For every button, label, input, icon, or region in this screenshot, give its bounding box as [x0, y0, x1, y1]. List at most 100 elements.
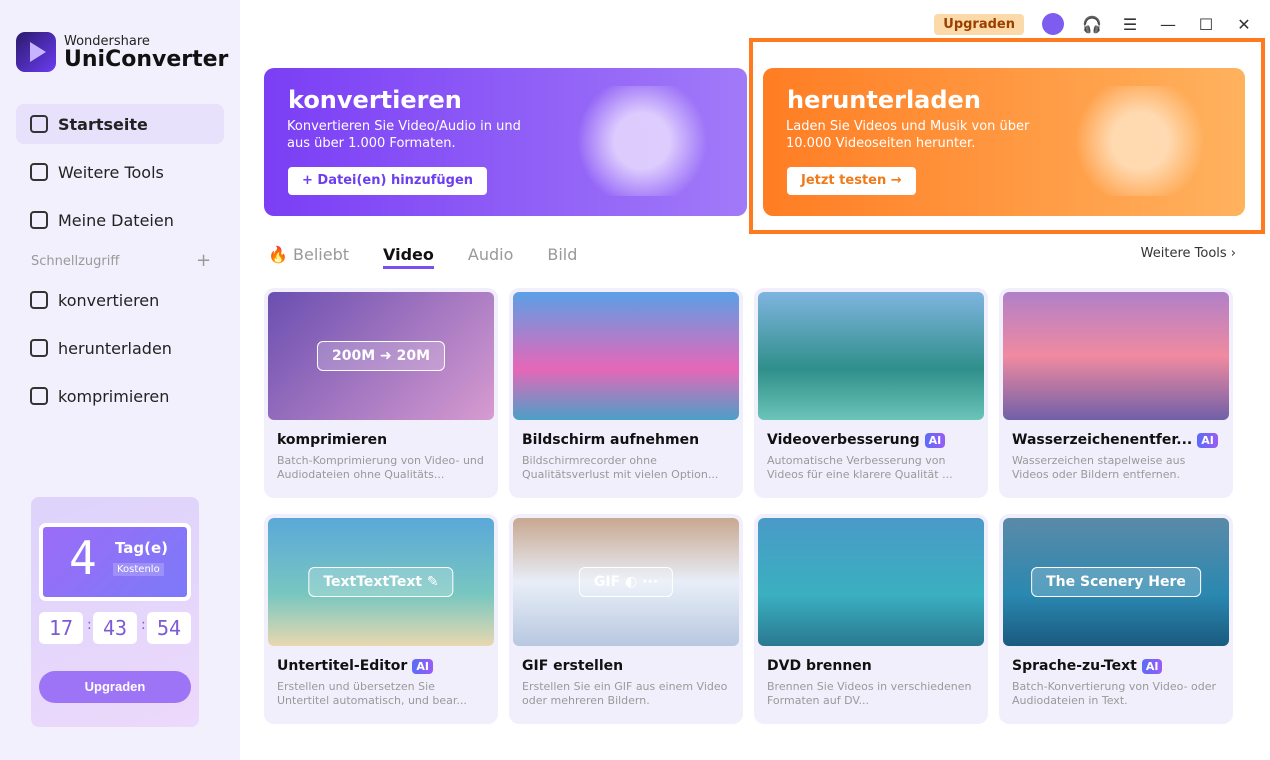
colon: : [141, 617, 146, 633]
tool-description: Batch-Komprimierung von Video- und Audio… [277, 454, 484, 481]
tool-description: Brennen Sie Videos in verschiedenen Form… [767, 680, 972, 707]
sidebar-item-meine-dateien[interactable]: Meine Dateien [16, 200, 224, 240]
colon: : [87, 617, 92, 633]
minimize-icon[interactable]: — [1158, 15, 1178, 34]
download-banner[interactable]: herunterladen Laden Sie Videos und Musik… [763, 68, 1245, 216]
tool-title-text: Bildschirm aufnehmen [522, 432, 700, 448]
title-bar: Upgraden 🎧 ☰ — ☐ ✕ [934, 12, 1254, 36]
label: komprimieren [58, 386, 170, 406]
days-unit: Tag(e) [115, 539, 169, 557]
file-icon [30, 211, 48, 229]
tool-title-text: Untertitel-Editor [277, 658, 408, 674]
tool-description: Erstellen Sie ein GIF aus einem Video od… [522, 680, 728, 707]
ai-badge: AI [1197, 432, 1218, 448]
banner-title: konvertieren [288, 86, 462, 114]
label: Startseite [58, 114, 148, 134]
promo-upgrade-button[interactable]: Upgraden [39, 671, 191, 703]
tool-card[interactable]: The Scenery Here Sprache-zu-Text AI Batch… [999, 514, 1233, 724]
trial-promo: 4 Tag(e) Kostenlo 17 : 43 : 54 Upgraden [31, 497, 199, 727]
uniconverter-logo-icon [16, 32, 56, 72]
tool-card[interactable]: Videoverbesserung AI Automatische Verbess… [754, 288, 988, 498]
close-icon[interactable]: ✕ [1234, 15, 1254, 34]
label: konvertieren [58, 290, 160, 310]
toolbox-icon [30, 163, 48, 181]
download-illustration-icon [1065, 86, 1215, 196]
download-icon [30, 339, 48, 357]
convert-banner[interactable]: konvertieren Konvertieren Sie Video/Audi… [264, 68, 747, 216]
tool-thumbnail: TextTextText ✎ [268, 518, 494, 646]
tool-title-text: Sprache-zu-Text [1012, 658, 1137, 674]
quick-item-komprimieren[interactable]: komprimieren [16, 376, 224, 416]
convert-illustration-icon [567, 86, 717, 196]
tool-card[interactable]: DVD brennen Brennen Sie Videos in versch… [754, 514, 988, 724]
banner-desc: Laden Sie Videos und Musik von über 10.0… [786, 119, 1030, 151]
tool-title-text: DVD brennen [767, 658, 872, 674]
quick-access-title: Schnellzugriff [31, 254, 120, 269]
tool-thumbnail [758, 518, 984, 646]
ai-badge: AI [924, 432, 946, 448]
thumbnail-overlay: The Scenery Here [1031, 567, 1201, 597]
tool-title: GIF erstellen [522, 658, 623, 674]
tool-title: Sprache-zu-Text AI [1012, 658, 1163, 674]
tool-description: Batch-Konvertierung von Video- oder Audi… [1012, 680, 1217, 707]
brand-name: UniConverter [64, 46, 229, 72]
upgrade-button[interactable]: Upgraden [934, 13, 1024, 35]
tool-thumbnail [513, 292, 739, 420]
tool-card[interactable]: TextTextText ✎ Untertitel-Editor AI Erste… [264, 514, 498, 724]
tool-title: Videoverbesserung AI [767, 432, 946, 448]
tool-card[interactable]: GIF ◐ ··· GIF erstellen Erstellen Sie ei… [509, 514, 743, 724]
quick-item-konvertieren[interactable]: konvertieren [16, 280, 224, 320]
tool-thumbnail [758, 292, 984, 420]
tool-card[interactable]: Wasserzeichenentfer... AI Wasserzeichen s… [999, 288, 1233, 498]
tool-title: DVD brennen [767, 658, 872, 674]
label: herunterladen [58, 338, 172, 358]
tool-thumbnail: 200M ➜ 20M [268, 292, 494, 420]
label: Weitere Tools [58, 162, 164, 182]
thumbnail-overlay: TextTextText ✎ [308, 567, 454, 597]
tool-thumbnail: The Scenery Here [1003, 518, 1229, 646]
tab-audio[interactable]: Audio [468, 245, 513, 269]
app-logo: Wondershare UniConverter [16, 32, 228, 72]
tool-card[interactable]: Bildschirm aufnehmen Bildschirmrecorder … [509, 288, 743, 498]
timer-minutes: 43 [93, 612, 137, 644]
banner-desc: Konvertieren Sie Video/Audio in und aus … [287, 119, 521, 151]
tool-title-text: Videoverbesserung [767, 432, 920, 448]
try-now-button[interactable]: Jetzt testen → [787, 167, 916, 195]
sidebar-item-startseite[interactable]: Startseite [16, 104, 224, 144]
tool-description: Bildschirmrecorder ohne Qualitätsverlust… [522, 454, 719, 481]
category-tabs: 🔥 Beliebt Video Audio Bild [268, 245, 577, 269]
tab-bild[interactable]: Bild [547, 245, 577, 269]
tool-title-text: Wasserzeichenentfer... [1012, 432, 1193, 448]
tab-video[interactable]: Video [383, 245, 434, 269]
trial-days-box: 4 Tag(e) Kostenlo [39, 523, 191, 601]
tool-title: Wasserzeichenentfer... AI [1012, 432, 1218, 448]
sidebar-item-weitere-tools[interactable]: Weitere Tools [16, 152, 224, 192]
headset-icon[interactable]: 🎧 [1082, 15, 1102, 34]
label: Meine Dateien [58, 210, 174, 230]
tool-title: Untertitel-Editor AI [277, 658, 433, 674]
days-remaining: 4 [69, 531, 97, 585]
banner-title: herunterladen [787, 86, 981, 114]
timer-seconds: 54 [147, 612, 191, 644]
free-label: Kostenlo [113, 563, 164, 576]
tool-description: Automatische Verbesserung von Videos für… [767, 454, 953, 481]
tool-thumbnail [1003, 292, 1229, 420]
avatar[interactable] [1042, 13, 1064, 35]
more-tools-link[interactable]: Weitere Tools › [1141, 246, 1236, 261]
add-quick-access-button[interactable]: + [196, 250, 211, 271]
convert-icon [30, 291, 48, 309]
tab-beliebt[interactable]: 🔥 Beliebt [268, 245, 349, 269]
add-files-button[interactable]: + Datei(en) hinzufügen [288, 167, 488, 195]
tool-card[interactable]: 200M ➜ 20M komprimieren Batch-Komprimier… [264, 288, 498, 498]
ai-badge: AI [1141, 658, 1163, 674]
tool-thumbnail: GIF ◐ ··· [513, 518, 739, 646]
menu-icon[interactable]: ☰ [1120, 15, 1140, 34]
quick-item-herunterladen[interactable]: herunterladen [16, 328, 224, 368]
sidebar: Wondershare UniConverter Startseite Weite… [0, 0, 240, 760]
tool-title-text: GIF erstellen [522, 658, 624, 674]
timer-hours: 17 [39, 612, 83, 644]
tool-title-text: komprimieren [277, 432, 388, 448]
tool-title: komprimieren [277, 432, 387, 448]
tool-description: Wasserzeichen stapelweise aus Videos ode… [1012, 454, 1186, 481]
maximize-icon[interactable]: ☐ [1196, 15, 1216, 34]
